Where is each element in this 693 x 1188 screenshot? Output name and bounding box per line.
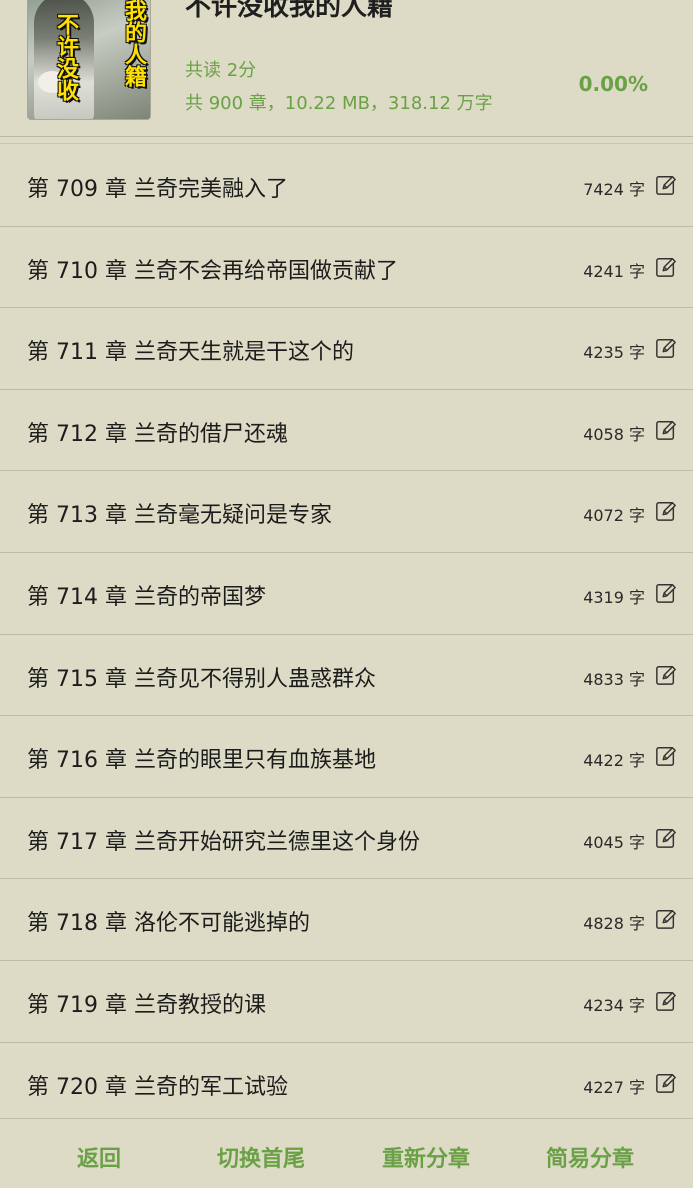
- chapter-word-count: 4072 字: [583, 506, 645, 526]
- chapter-word-count: 4058 字: [583, 424, 645, 444]
- header-divider: [0, 143, 693, 144]
- chapter-word-count: 4833 字: [583, 669, 645, 689]
- chapter-row[interactable]: 第 716 章 兰奇的眼里只有血族基地 4422 字: [0, 716, 693, 798]
- chapter-row[interactable]: 第 714 章 兰奇的帝国梦 4319 字: [0, 553, 693, 635]
- chapter-row[interactable]: 第 711 章 兰奇天生就是干这个的 4235 字: [0, 308, 693, 390]
- chapter-row[interactable]: 第 712 章 兰奇的借尸还魂 4058 字: [0, 390, 693, 472]
- book-cover-image[interactable]: 我的人籍 不许没收: [27, 0, 151, 120]
- chapter-title: 第 718 章 洛伦不可能逃掉的: [27, 911, 310, 937]
- chapter-title: 第 716 章 兰奇的眼里只有血族基地: [27, 748, 376, 774]
- read-progress: 0.00%: [578, 72, 648, 96]
- chapter-title: 第 719 章 兰奇教授的课: [27, 992, 266, 1018]
- book-title: 不许没收我的人籍: [185, 0, 394, 22]
- chapter-title: 第 709 章 兰奇完美融入了: [27, 177, 288, 202]
- chapter-title: 第 715 章 兰奇见不得别人蛊惑群众: [27, 666, 376, 692]
- edit-icon[interactable]: [655, 582, 677, 604]
- back-button[interactable]: 返回: [77, 1141, 121, 1173]
- simple-split-button[interactable]: 简易分章: [546, 1141, 634, 1173]
- chapter-word-count: 4319 字: [583, 587, 645, 607]
- edit-icon[interactable]: [655, 419, 677, 441]
- chapter-word-count: 4241 字: [583, 261, 645, 281]
- edit-icon[interactable]: [655, 337, 677, 359]
- chapter-title: 第 714 章 兰奇的帝国梦: [27, 584, 266, 610]
- edit-icon[interactable]: [655, 1072, 677, 1094]
- chapter-row[interactable]: 第 719 章 兰奇教授的课 4234 字: [0, 961, 693, 1043]
- chapter-word-count: 4227 字: [583, 1077, 645, 1097]
- edit-icon[interactable]: [655, 908, 677, 930]
- edit-icon[interactable]: [655, 500, 677, 522]
- book-info-header: 我的人籍 不许没收 不许没收我的人籍 共读 2分 共 900 章，10.22 M…: [0, 0, 693, 137]
- chapter-title: 第 713 章 兰奇毫无疑问是专家: [27, 503, 332, 529]
- chapter-word-count: 4045 字: [583, 832, 645, 852]
- edit-icon[interactable]: [655, 827, 677, 849]
- chapter-row[interactable]: 第 710 章 兰奇不会再给帝国做贡献了 4241 字: [0, 227, 693, 309]
- resplit-chapters-button[interactable]: 重新分章: [382, 1141, 470, 1173]
- bottom-toolbar: 返回 切换首尾 重新分章 简易分章: [0, 1118, 693, 1188]
- chapter-title: 第 712 章 兰奇的借尸还魂: [27, 421, 288, 447]
- chapter-row[interactable]: 第 717 章 兰奇开始研究兰德里这个身份 4045 字: [0, 798, 693, 880]
- chapter-title: 第 710 章 兰奇不会再给帝国做贡献了: [27, 258, 398, 284]
- cover-title-left: 不许没收: [53, 13, 79, 101]
- chapter-row[interactable]: 第 718 章 洛伦不可能逃掉的 4828 字: [0, 879, 693, 961]
- chapter-word-count: 4828 字: [583, 914, 645, 934]
- edit-icon[interactable]: [655, 990, 677, 1012]
- edit-icon[interactable]: [655, 664, 677, 686]
- chapter-row[interactable]: 第 709 章 兰奇完美融入了 7424 字: [0, 145, 693, 227]
- toggle-ends-button[interactable]: 切换首尾: [217, 1141, 305, 1173]
- book-stats: 共 900 章，10.22 MB，318.12 万字: [185, 93, 493, 114]
- chapter-list: 第 709 章 兰奇完美融入了 7424 字第 710 章 兰奇不会再给帝国做贡献…: [0, 145, 693, 1125]
- chapter-title: 第 717 章 兰奇开始研究兰德里这个身份: [27, 829, 420, 855]
- chapter-row[interactable]: 第 720 章 兰奇的军工试验 4227 字: [0, 1043, 693, 1125]
- chapter-row[interactable]: 第 713 章 兰奇毫无疑问是专家 4072 字: [0, 471, 693, 553]
- edit-icon[interactable]: [655, 256, 677, 278]
- chapter-word-count: 7424 字: [583, 180, 645, 199]
- chapter-word-count: 4422 字: [583, 751, 645, 771]
- chapter-list-screen: 我的人籍 不许没收 不许没收我的人籍 共读 2分 共 900 章，10.22 M…: [0, 0, 693, 1188]
- chapter-word-count: 4234 字: [583, 995, 645, 1015]
- edit-icon[interactable]: [655, 174, 677, 196]
- chapter-title: 第 720 章 兰奇的军工试验: [27, 1074, 288, 1100]
- chapter-word-count: 4235 字: [583, 343, 645, 363]
- edit-icon[interactable]: [655, 745, 677, 767]
- read-time: 共读 2分: [185, 60, 257, 81]
- chapter-row[interactable]: 第 715 章 兰奇见不得别人蛊惑群众 4833 字: [0, 635, 693, 717]
- chapter-title: 第 711 章 兰奇天生就是干这个的: [27, 340, 354, 366]
- cover-title-right: 我的人籍: [121, 0, 147, 87]
